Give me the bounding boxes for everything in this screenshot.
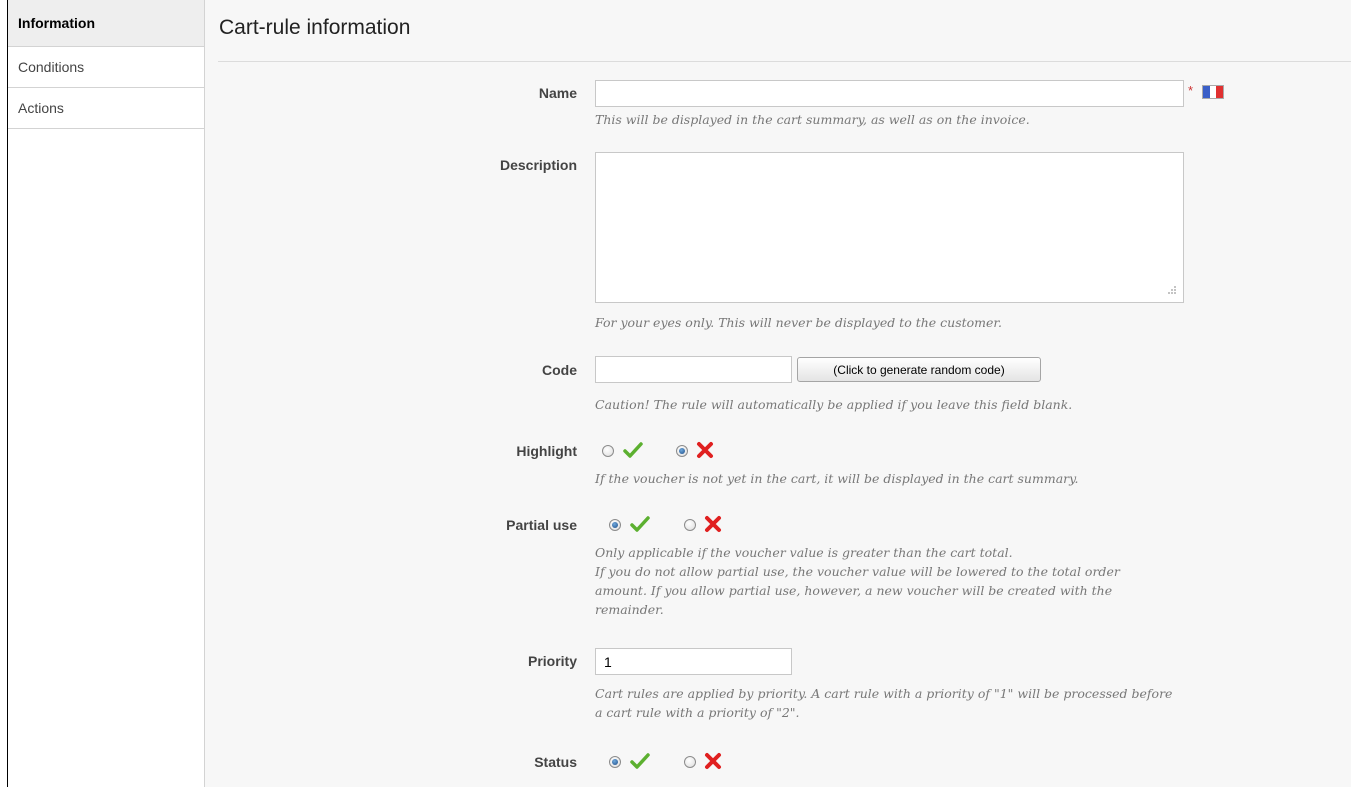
check-icon [630,516,650,532]
description-hint: For your eyes only. This will never be d… [595,315,1002,330]
highlight-yes-radio[interactable] [602,445,614,457]
highlight-hint: If the voucher is not yet in the cart, i… [595,471,1079,486]
status-yes-radio[interactable] [609,756,621,768]
sidebar-item-conditions[interactable]: Conditions [8,47,204,88]
fr-flag-icon[interactable] [1202,85,1224,99]
partial-use-no-radio[interactable] [684,519,696,531]
page-title: Cart-rule information [219,16,411,39]
title-divider [218,61,1351,62]
status-label: Status [534,754,577,770]
cross-icon [705,516,721,532]
cross-icon [705,753,721,769]
code-input[interactable] [595,356,792,383]
partial-use-label: Partial use [506,517,577,533]
priority-label: Priority [527,653,577,669]
name-hint: This will be displayed in the cart summa… [595,112,1030,127]
priority-hint-line: Cart rules are applied by priority. A ca… [595,686,1173,701]
partial-use-hint-line: amount. If you allow partial use, howeve… [595,583,1113,598]
resize-grip-icon[interactable] [1167,285,1177,295]
generate-code-button[interactable]: (Click to generate random code) [797,357,1041,382]
required-marker: * [1188,83,1194,98]
code-hint: Caution! The rule will automatically be … [595,397,1073,412]
sidebar-tabs: Information Conditions Actions [8,0,205,787]
main-panel: Cart-rule information Name * This will b… [205,0,1351,787]
priority-input[interactable] [595,648,792,675]
check-icon [623,442,643,458]
partial-use-yes-radio[interactable] [609,519,621,531]
sidebar-item-information[interactable]: Information [8,0,204,47]
code-label: Code [542,362,577,378]
check-icon [630,753,650,769]
name-label: Name [538,85,577,101]
description-textarea[interactable] [595,152,1184,303]
highlight-label: Highlight [516,443,577,459]
partial-use-hint-line: remainder. [595,602,664,617]
description-label: Description [499,157,577,173]
priority-hint-line: a cart rule with a priority of "2". [595,705,800,720]
page-left-border [0,0,8,787]
partial-use-hint-line: Only applicable if the voucher value is … [595,545,1013,560]
partial-use-hint-line: If you do not allow partial use, the vou… [595,564,1120,579]
highlight-no-radio[interactable] [676,445,688,457]
status-no-radio[interactable] [684,756,696,768]
name-input[interactable] [595,80,1184,107]
cross-icon [697,442,713,458]
sidebar-item-actions[interactable]: Actions [8,88,204,129]
